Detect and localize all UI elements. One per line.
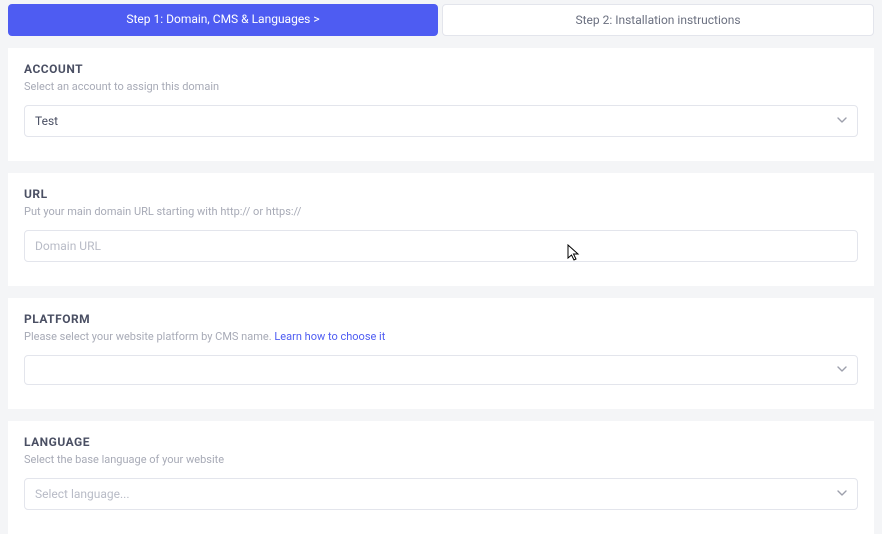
platform-learn-link[interactable]: Learn how to choose it	[274, 330, 385, 343]
chevron-down-icon	[837, 363, 847, 377]
url-desc: Put your main domain URL starting with h…	[24, 205, 858, 218]
tab-step2-label: Step 2: Installation instructions	[575, 13, 740, 27]
language-card: LANGUAGE Select the base language of you…	[8, 421, 874, 534]
step-tabs: Step 1: Domain, CMS & Languages > Step 2…	[0, 0, 882, 36]
account-select-value: Test	[35, 114, 58, 128]
tab-step2[interactable]: Step 2: Installation instructions	[442, 4, 874, 36]
platform-desc-wrap: Please select your website platform by C…	[24, 330, 858, 343]
language-select[interactable]: Select language...	[24, 478, 858, 510]
account-select[interactable]: Test	[24, 105, 858, 137]
platform-title: PLATFORM	[24, 312, 858, 326]
account-desc: Select an account to assign this domain	[24, 80, 858, 93]
chevron-down-icon	[837, 487, 847, 501]
account-card: ACCOUNT Select an account to assign this…	[8, 48, 874, 161]
url-placeholder: Domain URL	[35, 239, 101, 253]
platform-card: PLATFORM Please select your website plat…	[8, 298, 874, 409]
language-desc: Select the base language of your website	[24, 453, 858, 466]
platform-select[interactable]	[24, 355, 858, 385]
chevron-down-icon	[837, 114, 847, 128]
language-title: LANGUAGE	[24, 435, 858, 449]
tab-step1[interactable]: Step 1: Domain, CMS & Languages >	[8, 4, 438, 36]
url-title: URL	[24, 187, 858, 201]
url-card: URL Put your main domain URL starting wi…	[8, 173, 874, 286]
language-select-value: Select language...	[35, 487, 130, 501]
tab-step1-label: Step 1: Domain, CMS & Languages >	[126, 12, 319, 26]
account-title: ACCOUNT	[24, 62, 858, 76]
url-input[interactable]: Domain URL	[24, 230, 858, 262]
platform-desc: Please select your website platform by C…	[24, 330, 274, 343]
